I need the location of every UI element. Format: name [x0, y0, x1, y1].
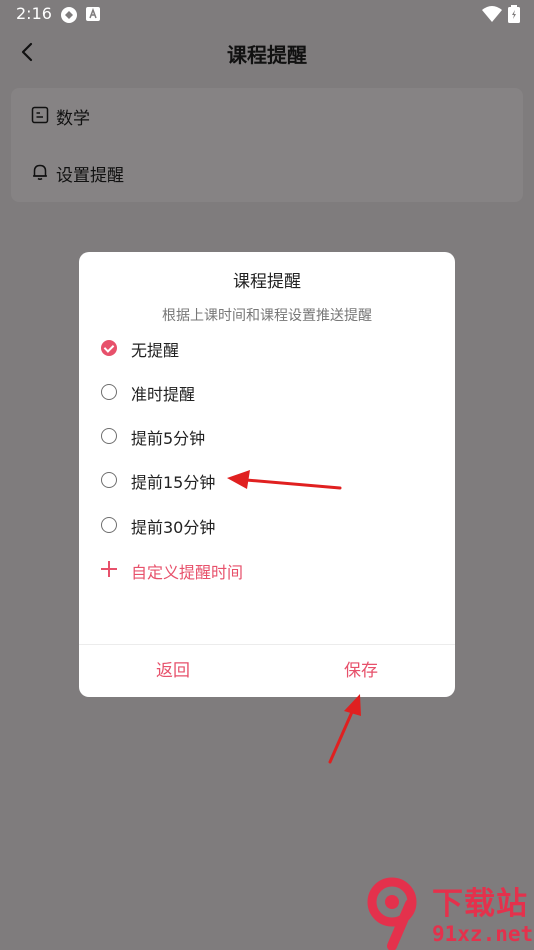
radio-checked-icon — [101, 340, 117, 356]
watermark-url: 91xz.net — [432, 922, 534, 946]
note-icon — [31, 106, 49, 124]
dialog-title: 课程提醒 — [233, 272, 301, 292]
reminder-dialog: 课程提醒 根据上课时间和课程设置推送提醒 无提醒 准时提醒 提前5分钟 提前15… — [79, 252, 455, 697]
radio-icon — [101, 428, 117, 444]
option-label: 准时提醒 — [131, 385, 196, 404]
option-30-min[interactable]: 提前30分钟 — [99, 509, 429, 543]
watermark-logo: 下载站 91xz.net — [362, 874, 534, 950]
custom-reminder-time-button[interactable]: 自定义提醒时间 — [99, 554, 349, 588]
course-settings-card: 数学 设置提醒 — [11, 88, 523, 202]
subject-row[interactable]: 数学 — [11, 88, 523, 144]
watermark-9-icon — [367, 877, 417, 950]
subject-label: 数学 — [56, 109, 90, 129]
plus-icon — [101, 561, 117, 577]
option-on-time[interactable]: 准时提醒 — [99, 376, 429, 410]
status-bar: 2:16 — [0, 0, 534, 30]
bell-icon — [33, 164, 47, 180]
set-reminder-row[interactable]: 设置提醒 — [11, 145, 523, 201]
page-title: 课程提醒 — [227, 43, 307, 67]
radio-icon — [101, 384, 117, 400]
arrow-to-save-button — [328, 694, 361, 764]
option-no-reminder[interactable]: 无提醒 — [99, 332, 429, 366]
battery-icon — [508, 5, 520, 23]
set-reminder-label: 设置提醒 — [56, 166, 124, 186]
radio-icon — [101, 472, 117, 488]
radio-icon — [101, 517, 117, 533]
option-label: 无提醒 — [131, 341, 180, 360]
keyboard-icon — [86, 7, 100, 21]
status-time: 2:16 — [16, 4, 52, 23]
option-label: 提前30分钟 — [131, 518, 216, 537]
save-button[interactable]: 保存 — [267, 645, 455, 697]
option-label: 提前15分钟 — [131, 473, 216, 492]
watermark-title: 下载站 — [432, 886, 528, 922]
option-label: 提前5分钟 — [131, 429, 206, 448]
option-5-min[interactable]: 提前5分钟 — [99, 420, 429, 454]
back-button[interactable]: 返回 — [79, 645, 267, 697]
dialog-subtitle: 根据上课时间和课程设置推送提醒 — [162, 308, 372, 324]
custom-reminder-label: 自定义提醒时间 — [131, 563, 244, 582]
wifi-icon — [482, 6, 502, 22]
option-15-min[interactable]: 提前15分钟 — [99, 464, 429, 498]
sync-icon — [61, 7, 77, 23]
